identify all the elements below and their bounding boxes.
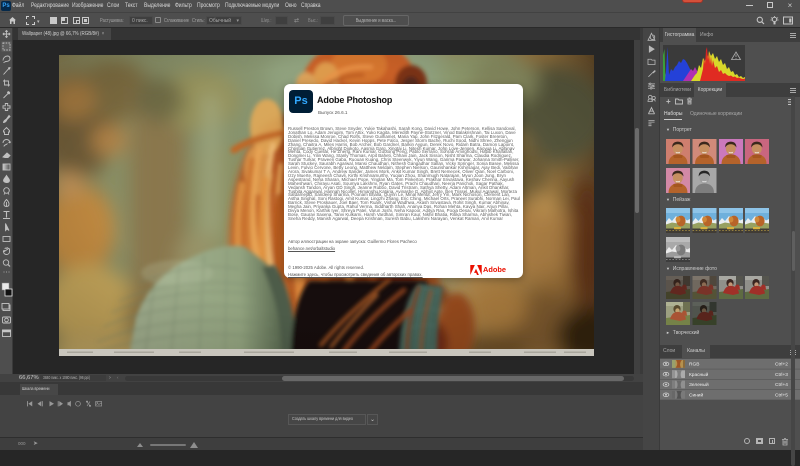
svg-text:Зеленый: Зеленый [689, 381, 709, 388]
svg-text:Ctrl+5: Ctrl+5 [775, 393, 788, 399]
svg-text:Ctrl+3: Ctrl+3 [775, 372, 788, 378]
svg-text:Ctrl+4: Ctrl+4 [775, 382, 788, 388]
svg-text:RGB: RGB [689, 362, 699, 368]
svg-text:Красный: Красный [689, 371, 709, 378]
svg-text:Ctrl+2: Ctrl+2 [775, 362, 788, 368]
svg-text:Синий: Синий [689, 392, 703, 399]
